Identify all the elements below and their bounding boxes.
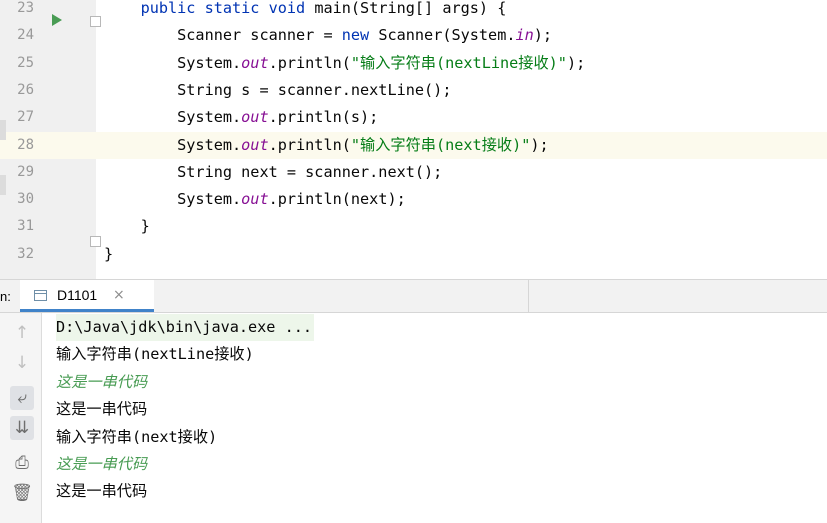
fold-marker-icon[interactable] [90,236,101,247]
code-text: System.out.println(s); [104,104,378,131]
run-label: n: [0,289,11,304]
console-toolbar: ↑ ↓ ⤶ ⇊ ⎙ 🗑 [0,313,42,523]
scroll-to-end-icon[interactable]: ⇊ [10,416,34,440]
arrow-up-icon[interactable]: ↑ [10,321,34,345]
console-output-line: 这是一串代码 [56,482,148,501]
code-line[interactable]: 29 String next = scanner.next(); [0,159,827,186]
code-text: public static void main(String[] args) { [104,0,507,22]
line-number: 31 [17,218,34,235]
code-token: System. [104,53,242,72]
code-line[interactable]: 30 System.out.println(next); [0,186,827,213]
code-token: } [104,244,114,263]
code-line[interactable]: 31 } [0,213,827,240]
run-gutter-icon[interactable] [52,14,62,26]
code-token: ); [566,53,586,72]
code-token: ); [530,135,549,154]
code-token: main(String[] args) { [314,0,507,17]
code-token: public [140,0,205,17]
fold-marker-icon[interactable] [90,16,101,27]
code-token: System. [104,190,242,209]
code-token: System. [104,135,242,154]
code-token: ); [533,26,553,45]
code-line[interactable]: 26 String s = scanner.nextLine(); [0,77,827,104]
code-token: .println(s); [268,108,379,127]
gutter-marker [0,120,6,140]
code-line[interactable]: 23 public static void main(String[] args… [0,0,827,22]
code-token: in [515,26,534,45]
code-token: .println( [268,135,351,154]
code-token: } [104,217,150,236]
code-token: Scanner(System. [378,26,516,45]
code-line[interactable]: 28 System.out.println("输入字符串(next接收)"); [0,131,827,159]
code-token: out [241,135,269,154]
soft-wrap-icon[interactable]: ⤶ [10,386,34,410]
code-text: } [104,213,150,240]
code-text: Scanner scanner = new Scanner(System.in)… [104,22,552,49]
code-token: .println(next); [268,190,406,209]
trash-icon[interactable]: 🗑 [10,481,34,505]
code-line[interactable]: 25 System.out.println("输入字符串(nextLine接收)… [0,50,827,77]
code-token: "输入字符串(next接收)" [350,135,531,154]
code-token: out [241,108,269,127]
print-icon[interactable]: ⎙ [10,451,34,475]
code-token: "输入字符串(nextLine接收)" [350,53,567,72]
code-text: String s = scanner.nextLine(); [104,77,451,104]
divider [528,280,529,312]
console-command-line: D:\Java\jdk\bin\java.exe ... [56,314,315,341]
console-output[interactable]: D:\Java\jdk\bin\java.exe ... 输入字符串(nextLi… [42,313,827,523]
code-token: System. [104,108,242,127]
code-text: } [104,241,113,268]
code-token: static [204,0,269,17]
line-number: 25 [17,54,34,71]
console-output-line: 输入字符串(nextLine接收) [56,345,254,364]
code-token: String next = scanner.next(); [104,162,443,181]
run-tool-window-header: n: D1101 × [0,279,827,313]
code-token: void [268,0,315,17]
run-tab-title: D1101 [57,287,98,303]
line-number: 32 [17,245,34,262]
console-input-line: 这是一串代码 [56,372,148,391]
code-line[interactable]: 32} [0,241,827,268]
code-text: System.out.println("输入字符串(next接收)"); [104,132,549,159]
arrow-down-icon[interactable]: ↓ [10,351,34,375]
console-output-line: 这是一串代码 [56,400,148,419]
code-editor[interactable]: 23 public static void main(String[] args… [0,0,827,279]
code-token: out [241,190,269,209]
console-output-line: 输入字符串(next接收) [56,427,218,446]
code-text: System.out.println("输入字符串(nextLine接收)"); [104,50,585,77]
code-text: System.out.println(next); [104,186,406,213]
line-number: 26 [17,81,34,98]
code-token: Scanner scanner = [104,26,342,45]
code-line[interactable]: 24 Scanner scanner = new Scanner(System.… [0,22,827,49]
gutter-marker [0,175,6,195]
code-token: new [341,26,379,45]
close-icon[interactable]: × [113,280,125,311]
code-text: String next = scanner.next(); [104,159,442,186]
console-input-line: 这是一串代码 [56,455,148,473]
line-number: 24 [17,27,34,44]
run-tab-d1101[interactable]: D1101 × [20,280,154,312]
code-token: String s = scanner.nextLine(); [104,80,452,99]
code-line[interactable]: 27 System.out.println(s); [0,104,827,131]
console-window-icon [34,290,47,301]
code-token: out [241,53,269,72]
code-token: .println( [268,53,351,72]
line-number: 23 [17,0,34,16]
